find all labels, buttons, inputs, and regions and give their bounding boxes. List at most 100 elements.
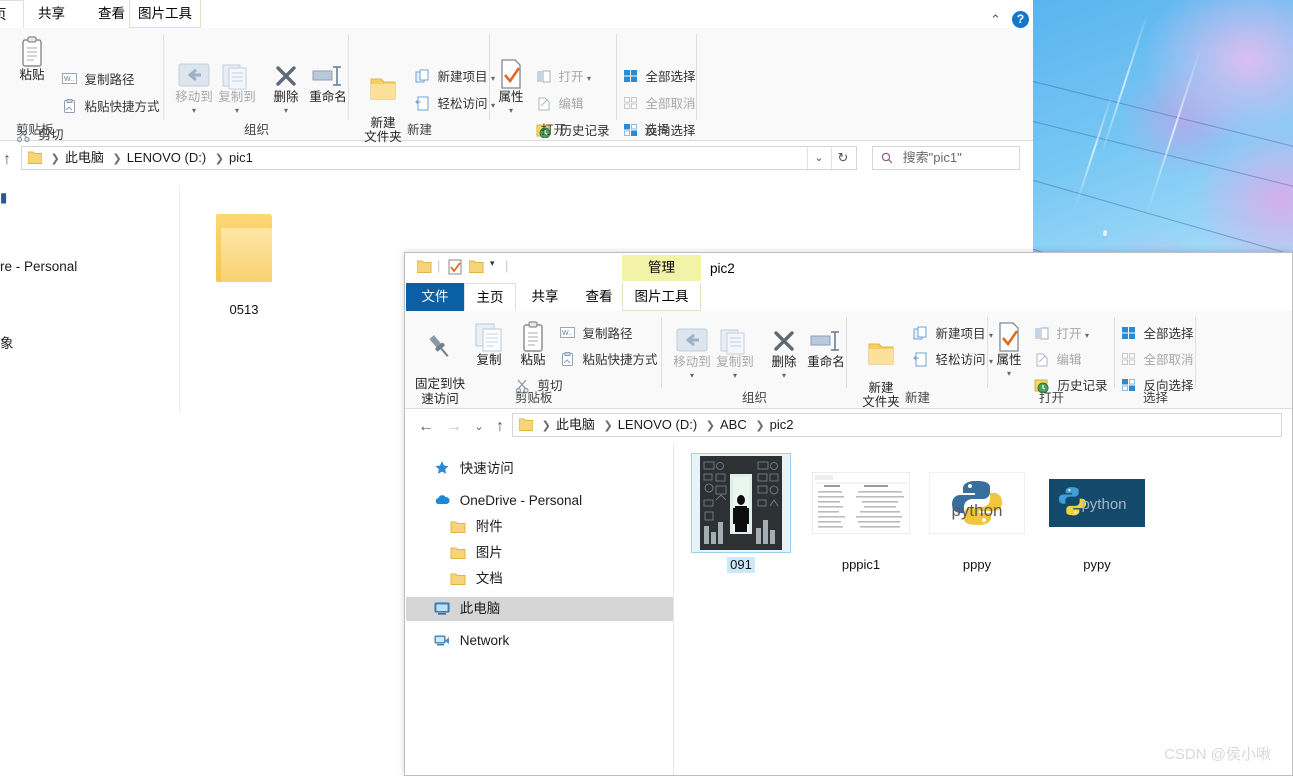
win1-tab-home[interactable]: 页	[0, 0, 24, 28]
win2-address-box[interactable]: ❯此电脑 ❯LENOVO (D:) ❯ABC ❯pic2	[512, 413, 1282, 437]
win2-copy-to-button[interactable]: 复制到 ▾	[707, 327, 763, 383]
win2-tab-home[interactable]: 主页	[464, 283, 516, 311]
win2-new-item-button[interactable]: 新建项目 ▾	[913, 323, 993, 344]
win2-nav-item-pictures[interactable]: 图片	[406, 541, 673, 565]
win2-easy-access-button[interactable]: 轻松访问 ▾	[913, 349, 993, 370]
win2-qat-properties-icon[interactable]	[448, 259, 462, 278]
win2-select-none-label: 全部取消	[1143, 353, 1193, 367]
win2-tab-share[interactable]: 共享	[518, 283, 572, 311]
win1-tab-share[interactable]: 共享	[24, 0, 79, 28]
win1-addressbar[interactable]: ↑ ❯此电脑 ❯LENOVO (D:) ❯pic1 ⌄ ↻ 搜索"pic1"	[0, 146, 1033, 176]
win2-nav-item-this-pc[interactable]: 此电脑	[406, 597, 673, 621]
win2-paste-button[interactable]: 粘贴	[511, 321, 555, 367]
win2-select-all-button[interactable]: 全部选择	[1121, 323, 1194, 343]
win1-select-none-label: 全部取消	[645, 97, 695, 111]
win1-paste-button[interactable]: 粘贴	[4, 36, 60, 82]
win2-paste-shortcut-button[interactable]: 粘贴快捷方式	[560, 349, 658, 370]
win2-file-item-pppy[interactable]: python pppy	[927, 453, 1027, 573]
win1-nav-item-0[interactable]: ▮	[0, 186, 179, 210]
win1-address-dropdown-icon[interactable]: ⌄	[808, 147, 830, 169]
win1-ribbon-tabs[interactable]: 页 共享 查看 图片工具	[0, 0, 1033, 28]
win1-crumb-1[interactable]: LENOVO (D:)	[127, 150, 206, 165]
win2-titlebar[interactable]: | ▾ | 管理 pic2	[405, 253, 1292, 283]
win2-paste-shortcut-label: 粘贴快捷方式	[582, 353, 657, 367]
win2-recent-locations-button[interactable]: ⌄	[468, 415, 490, 439]
win2-new-item-label: 新建项目	[935, 327, 985, 341]
win1-breadcrumb[interactable]: ❯此电脑 ❯LENOVO (D:) ❯pic1	[28, 147, 253, 169]
win1-paste-shortcut-button[interactable]: 粘贴快捷方式	[62, 96, 160, 117]
win2-content-pane[interactable]: 091	[674, 445, 1292, 775]
win2-crumb-2[interactable]: ABC	[720, 417, 747, 432]
win2-crumb-3[interactable]: pic2	[770, 417, 794, 432]
onedrive-icon	[434, 492, 450, 508]
win2-nav-item-documents[interactable]: 文档	[406, 567, 673, 591]
win1-open-button[interactable]: 打开 ▾	[536, 66, 591, 87]
win2-crumb-0[interactable]: 此电脑	[556, 417, 595, 432]
win2-crumb-1[interactable]: LENOVO (D:)	[618, 417, 697, 432]
win2-copy-button[interactable]: 复制	[467, 321, 511, 367]
win2-easy-access-label: 轻松访问	[935, 353, 985, 367]
win1-properties-button[interactable]: 属性 ▾	[488, 58, 534, 118]
win2-nav-item-onedrive[interactable]: OneDrive - Personal	[406, 489, 673, 513]
win1-easy-access-button[interactable]: 轻松访问 ▾	[415, 93, 495, 114]
paste-shortcut-icon	[560, 352, 575, 370]
win1-copy-to-button[interactable]: 复制到 ▾	[209, 62, 265, 118]
win2-file-item-pypy[interactable]: python pypy	[1047, 453, 1147, 573]
win2-nav-item-attachments[interactable]: 附件	[406, 515, 673, 539]
win2-nav-label-network: Network	[460, 633, 510, 648]
win1-crumb-0[interactable]: 此电脑	[65, 150, 104, 165]
win2-back-button[interactable]: ←	[415, 415, 437, 439]
win1-copy-path-button[interactable]: W.. 复制路径	[62, 69, 135, 89]
win2-open-button[interactable]: 打开 ▾	[1034, 323, 1089, 344]
win2-tab-picture-tools[interactable]: 图片工具	[622, 283, 701, 311]
win2-breadcrumb[interactable]: ❯此电脑 ❯LENOVO (D:) ❯ABC ❯pic2	[519, 414, 793, 436]
win1-search-input[interactable]: 搜索"pic1"	[872, 146, 1020, 170]
win1-collapse-ribbon-icon[interactable]: ⌃	[990, 12, 1001, 28]
win1-new-item-button[interactable]: 新建项目 ▾	[415, 66, 495, 87]
win2-tab-file[interactable]: 文件	[406, 283, 464, 311]
win2-qat-folder-icon[interactable]	[417, 260, 432, 277]
win2-up-button[interactable]: ↑	[489, 415, 511, 439]
win2-tab-view[interactable]: 查看	[572, 283, 626, 311]
win1-edit-button[interactable]: 编辑	[536, 93, 584, 114]
win1-tab-picture-tools[interactable]: 图片工具	[129, 0, 201, 28]
win1-group-open-name: 打开	[490, 119, 617, 138]
win2-select-none-button[interactable]: 全部取消	[1121, 349, 1194, 369]
win2-nav-label-attachments: 附件	[476, 519, 503, 534]
explorer-window-pic2[interactable]: | ▾ | 管理 pic2 文件 主页 共享 查看 图片工具 固定到快 速访问 …	[404, 252, 1293, 776]
win2-nav-item-quick-access[interactable]: 快速访问	[406, 457, 673, 481]
win1-nav-item-pictures[interactable]: 象	[0, 332, 179, 356]
win2-qat-new-folder-icon[interactable]	[469, 260, 484, 277]
win2-qat-customize-caret-icon[interactable]: ▾	[490, 258, 495, 269]
win2-addressbar[interactable]: ← → ⌄ ↑ ❯此电脑 ❯LENOVO (D:) ❯ABC ❯pic2	[405, 413, 1292, 443]
win2-window-title: pic2	[710, 261, 735, 276]
win1-nav-item-onedrive[interactable]: re - Personal	[0, 255, 179, 279]
win2-file-item-091[interactable]: 091	[691, 453, 791, 573]
win1-navigation-pane[interactable]: ▮ re - Personal 象 ws (C:) VO (D:) (E:) k	[0, 186, 179, 412]
win1-refresh-icon[interactable]: ↻	[832, 147, 854, 169]
win2-group-open-name: 打开	[988, 387, 1115, 406]
win1-select-none-button[interactable]: 全部取消	[623, 93, 696, 113]
win1-ribbon[interactable]: 粘贴 W.. 复制路径 粘贴快捷方式 剪切 剪贴板 移动到 ▾	[0, 28, 1033, 141]
win2-properties-button[interactable]: 属性 ▾	[986, 321, 1032, 381]
svg-text:W..: W..	[64, 76, 74, 83]
win1-help-icon[interactable]: ?	[1012, 11, 1029, 28]
select-none-icon	[1121, 352, 1136, 369]
win2-copy-path-label: 复制路径	[582, 327, 632, 341]
win2-navigation-pane[interactable]: 快速访问 OneDrive - Personal 附件 图片 文档 此电脑 Ne…	[406, 445, 673, 775]
new-item-icon	[913, 326, 928, 344]
win1-easy-access-label: 轻松访问	[437, 97, 487, 111]
win2-forward-button[interactable]: →	[443, 415, 465, 439]
win1-crumb-2[interactable]: pic1	[229, 150, 253, 165]
win2-ribbon[interactable]: 固定到快 速访问 复制 粘贴 W.. 复制路径 粘贴快捷方式 剪切	[405, 311, 1292, 409]
win1-address-box[interactable]: ❯此电脑 ❯LENOVO (D:) ❯pic1 ⌄ ↻	[21, 146, 857, 170]
win1-up-button[interactable]: ↑	[0, 148, 18, 172]
win2-nav-item-network[interactable]: Network	[406, 629, 673, 653]
win1-select-all-button[interactable]: 全部选择	[623, 66, 696, 86]
win1-nav-label-onedrive: re - Personal	[0, 259, 77, 274]
win2-edit-button[interactable]: 编辑	[1034, 349, 1082, 370]
win2-ribbon-tabs[interactable]: 文件 主页 共享 查看 图片工具	[405, 283, 1292, 311]
win1-file-item-0513[interactable]: 0513	[194, 198, 294, 318]
win2-copy-path-button[interactable]: W.. 复制路径	[560, 323, 633, 343]
win2-file-item-pppic1[interactable]: pppic1	[811, 453, 911, 573]
